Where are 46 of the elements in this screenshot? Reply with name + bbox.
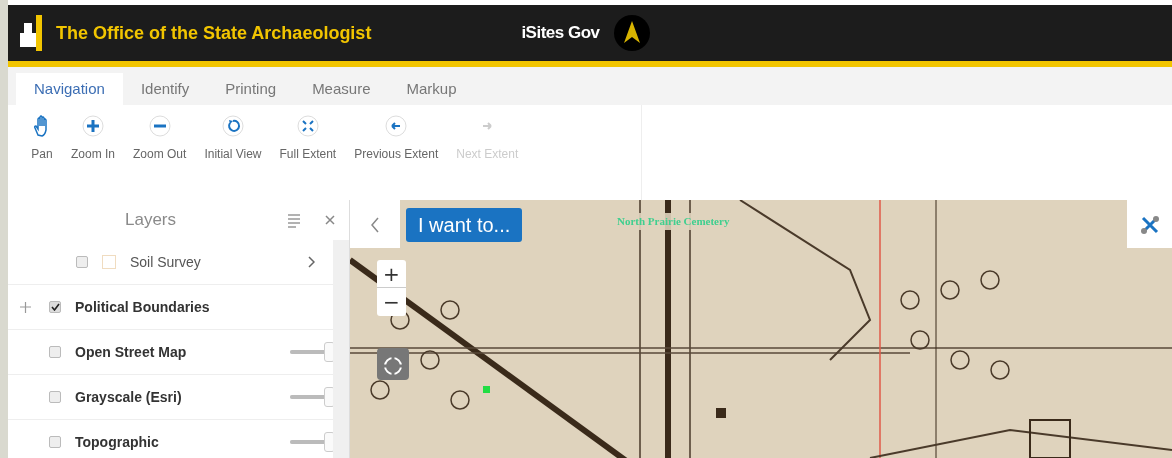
panel-title: Layers bbox=[125, 209, 177, 232]
chevron-left-icon bbox=[371, 216, 379, 233]
reset-icon bbox=[221, 115, 244, 137]
close-icon[interactable] bbox=[325, 215, 335, 225]
back-button[interactable] bbox=[350, 200, 400, 248]
tool-button[interactable]: Zoom Out bbox=[124, 115, 196, 163]
tool-button[interactable]: Initial View bbox=[195, 115, 271, 163]
site-title: The Office of the State Archaeologist bbox=[56, 21, 372, 45]
tab[interactable]: Markup bbox=[388, 73, 475, 105]
zoom-out-icon bbox=[148, 115, 171, 137]
tool-button[interactable]: Pan bbox=[22, 115, 62, 163]
layer-checkbox[interactable] bbox=[49, 436, 61, 448]
tab[interactable]: Printing bbox=[207, 73, 295, 105]
tool-button[interactable]: Previous Extent bbox=[345, 115, 448, 163]
tab[interactable]: Navigation bbox=[16, 73, 123, 105]
expand-icon[interactable] bbox=[20, 301, 31, 313]
tool-button[interactable]: Full Extent bbox=[270, 115, 346, 163]
crosshair-icon bbox=[382, 354, 404, 377]
i-want-to-button[interactable]: I want to... bbox=[406, 208, 523, 242]
zoom-in-button[interactable]: + bbox=[377, 260, 406, 288]
layer-checkbox[interactable] bbox=[49, 391, 61, 403]
layer-checkbox[interactable] bbox=[49, 346, 61, 358]
check-icon bbox=[50, 303, 60, 311]
layer-checkbox[interactable] bbox=[76, 256, 88, 268]
tools-button[interactable] bbox=[1127, 200, 1172, 248]
layer-name: Topographic bbox=[75, 432, 159, 452]
zoom-in-icon bbox=[82, 115, 104, 137]
locate-button[interactable] bbox=[377, 348, 409, 380]
legend-swatch bbox=[102, 255, 116, 269]
layer-name: Open Street Map bbox=[75, 342, 187, 362]
menu-icon[interactable] bbox=[287, 212, 301, 228]
full-extent-icon bbox=[296, 115, 319, 137]
layer-name: Grayscale (Esri) bbox=[75, 387, 182, 407]
zoom-out-button[interactable]: − bbox=[377, 288, 406, 316]
layer-checkbox[interactable] bbox=[49, 301, 61, 313]
map-label: North Prairie Cemetery bbox=[615, 213, 732, 230]
emblem-logo-icon bbox=[613, 15, 650, 51]
layer-name: Political Boundaries bbox=[75, 297, 210, 317]
layer-name: Soil Survey bbox=[130, 252, 201, 272]
building-logo-icon bbox=[18, 15, 42, 51]
tool-button[interactable]: Zoom In bbox=[62, 115, 124, 163]
brand-name: iSites Gov bbox=[521, 22, 600, 45]
tab[interactable]: Identify bbox=[122, 73, 208, 105]
tab[interactable]: Measure bbox=[294, 73, 389, 105]
tools-icon bbox=[1139, 214, 1160, 235]
chevron-right-icon[interactable] bbox=[308, 256, 315, 268]
